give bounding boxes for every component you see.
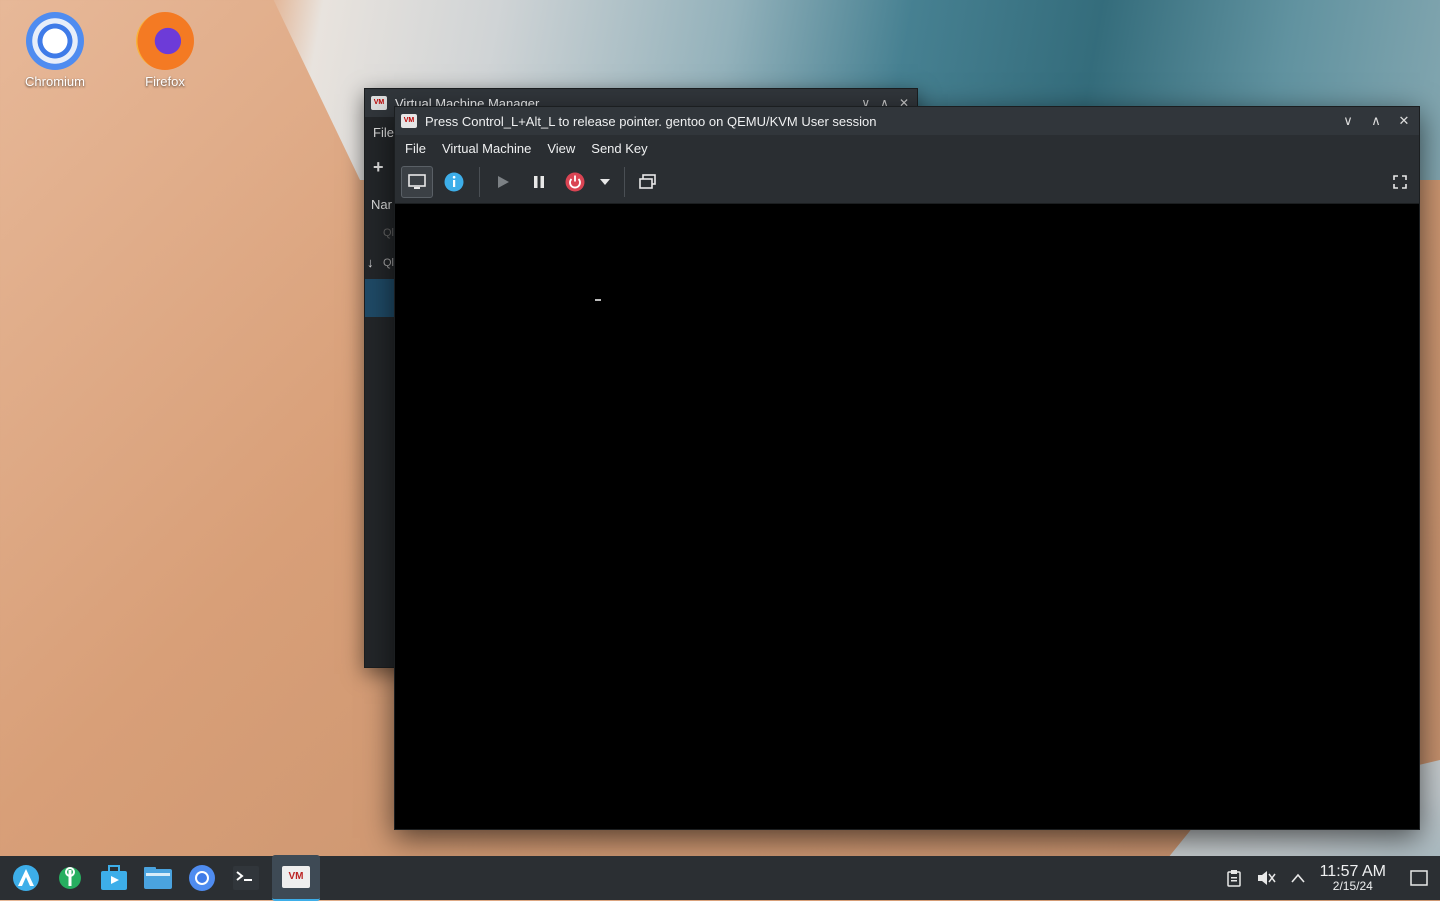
taskbar-chromium[interactable] [184, 860, 220, 896]
desktop-icon-chromium[interactable]: Chromium [10, 2, 100, 89]
virt-manager-icon: VM [282, 866, 310, 888]
vmm-menu-file[interactable]: File [373, 125, 394, 140]
desktop-icon-label: Chromium [25, 74, 85, 89]
menu-file[interactable]: File [399, 141, 436, 156]
clock-date: 2/15/24 [1332, 879, 1373, 893]
show-desktop-icon[interactable] [1410, 870, 1428, 886]
minimize-icon[interactable]: ∨ [1341, 114, 1355, 128]
taskbar-terminal[interactable] [228, 860, 264, 896]
fullscreen-button[interactable] [1385, 167, 1415, 197]
clock[interactable]: 11:57 AM 2/15/24 [1319, 863, 1386, 893]
vmm-row-label: Ql [383, 227, 394, 239]
vmm-column-name[interactable]: Nar [371, 197, 392, 212]
shutdown-menu-button[interactable] [596, 167, 614, 197]
desktop-icon-label: Firefox [145, 74, 185, 89]
menu-view[interactable]: View [541, 141, 585, 156]
toolbar-separator [624, 167, 625, 197]
taskbar-file-manager[interactable] [140, 860, 176, 896]
info-icon [444, 172, 464, 192]
maximize-icon[interactable]: ∧ [1369, 114, 1383, 128]
text-cursor [595, 299, 601, 301]
folder-icon [144, 867, 172, 889]
chevron-up-icon[interactable] [1290, 872, 1306, 884]
snapshots-button[interactable] [633, 167, 663, 197]
clock-time: 11:57 AM [1319, 863, 1386, 880]
monitor-icon [408, 174, 426, 189]
close-icon[interactable]: ✕ [1397, 114, 1411, 128]
chevron-down-icon [600, 179, 610, 185]
shutdown-button[interactable] [560, 167, 590, 197]
windows-icon [639, 174, 656, 189]
app-launcher-button[interactable] [8, 860, 44, 896]
pause-button[interactable] [524, 167, 554, 197]
system-tray: 11:57 AM 2/15/24 [1226, 864, 1440, 892]
vm-viewer-window[interactable]: VM Press Control_L+Alt_L to release poin… [394, 106, 1420, 830]
add-icon[interactable]: + [373, 157, 384, 178]
store-icon [101, 865, 127, 890]
console-button[interactable] [401, 166, 433, 198]
firefox-icon [136, 12, 194, 70]
viewer-titlebar[interactable]: VM Press Control_L+Alt_L to release poin… [395, 107, 1419, 135]
taskbar-virt-manager[interactable]: VM [272, 855, 320, 901]
virt-manager-icon: VM [371, 96, 387, 110]
wrench-app-icon [59, 867, 81, 889]
vm-display[interactable] [395, 204, 1419, 829]
menu-send-key[interactable]: Send Key [585, 141, 657, 156]
taskbar: VM 11:57 AM 2/15/24 [0, 855, 1440, 901]
vmm-visible-strip: File + Nar Ql ↓ Ql [365, 117, 395, 667]
viewer-toolbar [395, 161, 1419, 204]
play-icon [498, 176, 509, 188]
viewer-menubar: File Virtual Machine View Send Key [395, 135, 1419, 161]
arch-logo-icon [13, 865, 39, 891]
volume-muted-icon[interactable] [1256, 869, 1276, 887]
details-button[interactable] [439, 167, 469, 197]
terminal-icon [233, 866, 259, 890]
chromium-icon [26, 12, 84, 70]
toolbar-separator [479, 167, 480, 197]
clipboard-icon[interactable] [1226, 869, 1242, 887]
vmm-selected-row[interactable] [365, 279, 395, 317]
arrow-down-icon: ↓ [367, 255, 374, 270]
menu-virtual-machine[interactable]: Virtual Machine [436, 141, 541, 156]
vmm-row-label: Ql [383, 257, 394, 269]
power-icon [565, 172, 585, 192]
taskbar-app-tools[interactable] [52, 860, 88, 896]
chromium-icon [189, 865, 215, 891]
desktop-icon-firefox[interactable]: Firefox [120, 2, 210, 89]
viewer-title: Press Control_L+Alt_L to release pointer… [425, 113, 877, 129]
virt-manager-icon: VM [401, 114, 417, 128]
fullscreen-icon [1393, 175, 1407, 189]
taskbar-app-store[interactable] [96, 860, 132, 896]
pause-icon [534, 176, 544, 188]
run-button[interactable] [488, 167, 518, 197]
